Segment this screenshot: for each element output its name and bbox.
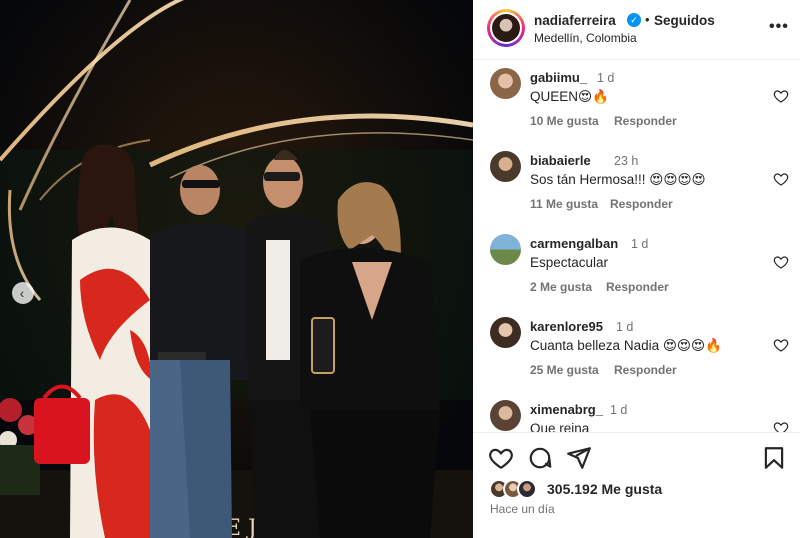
post-header: nadiaferreira ✓ • Seguidos Medellín, Col… [473,0,800,60]
heart-icon[interactable] [773,88,789,104]
bookmark-icon[interactable] [761,445,787,471]
comment-time: 1 d [597,71,615,85]
comment-username[interactable]: carmengalban [530,236,618,251]
comments-list[interactable]: gabiimu_ 1 d QUEEN😍🔥 10 Me gusta Respond… [473,60,800,432]
commenter-avatar[interactable] [490,234,521,265]
comment-item: carmengalban 1 d Espectacular 2 Me gusta… [473,226,800,309]
commenter-avatar[interactable] [490,68,521,99]
comment-item: karenlore95 1 d Cuanta belleza Nadia 😍😍😍… [473,309,800,392]
instagram-post-view: E J ‹ nadiaferreira ✓ • Seguidos Medellí… [0,0,800,538]
comment-time: 1 d [616,320,634,334]
reply-button[interactable]: Responder [614,363,677,377]
comment-username[interactable]: biabaierle [530,153,591,168]
reply-button[interactable]: Responder [606,280,669,294]
comment-item: ximenabrg_ 1 d Que reina [473,392,800,432]
likes-count[interactable]: 305.192 Me gusta [547,481,662,497]
comment-likes[interactable]: 25 Me gusta [530,363,599,377]
post-actions: 305.192 Me gusta Hace un día [473,432,800,538]
commenter-avatar[interactable] [490,151,521,182]
follow-status-button[interactable]: Seguidos [654,13,715,28]
author-avatar[interactable] [487,9,525,47]
comment-text: Sos tán Hermosa!!! 😍😍😍😍 [530,172,706,187]
photo-illustration: E J [0,0,473,538]
post-sidebar: nadiaferreira ✓ • Seguidos Medellín, Col… [473,0,800,538]
comment-icon[interactable] [527,445,553,471]
post-date: Hace un día [490,502,555,516]
heart-icon[interactable] [773,420,789,432]
comment-item: gabiimu_ 1 d QUEEN😍🔥 10 Me gusta Respond… [473,60,800,143]
avatar [517,479,537,499]
comment-item: biabaierle 23 h Sos tán Hermosa!!! 😍😍😍😍 … [473,143,800,226]
heart-icon[interactable] [488,445,514,471]
comment-likes[interactable]: 2 Me gusta [530,280,592,294]
share-icon[interactable] [566,445,592,471]
comment-text: Cuanta belleza Nadia 😍😍😍🔥 [530,338,722,353]
commenter-avatar[interactable] [490,317,521,348]
post-photo[interactable]: E J ‹ [0,0,473,538]
comment-text: Espectacular [530,255,609,270]
comment-time: 23 h [614,154,639,168]
heart-icon[interactable] [773,171,789,187]
comment-likes[interactable]: 10 Me gusta [530,114,599,128]
avatar-photo [492,14,520,42]
comment-username[interactable]: karenlore95 [530,319,603,334]
comment-username[interactable]: gabiimu_ [530,70,587,85]
author-username[interactable]: nadiaferreira [534,13,616,28]
comment-username[interactable]: ximenabrg_ [530,402,603,417]
liked-by-avatars[interactable] [489,479,545,499]
carousel-prev-button[interactable]: ‹ [12,282,34,304]
comment-time: 1 d [631,237,649,251]
commenter-avatar[interactable] [490,400,521,431]
chevron-left-icon: ‹ [19,285,25,301]
heart-icon[interactable] [773,254,789,270]
header-separator: • [645,12,650,27]
heart-icon[interactable] [773,337,789,353]
verified-badge-icon: ✓ [627,13,641,27]
more-options-icon[interactable]: ••• [769,18,789,36]
comment-likes[interactable]: 11 Me gusta [530,197,598,211]
reply-button[interactable]: Responder [614,114,677,128]
reply-button[interactable]: Responder [610,197,673,211]
post-location[interactable]: Medellín, Colombia [534,31,637,45]
comment-text: Que reina [530,421,590,432]
comment-time: 1 d [610,403,628,417]
comment-text: QUEEN😍🔥 [530,89,609,104]
